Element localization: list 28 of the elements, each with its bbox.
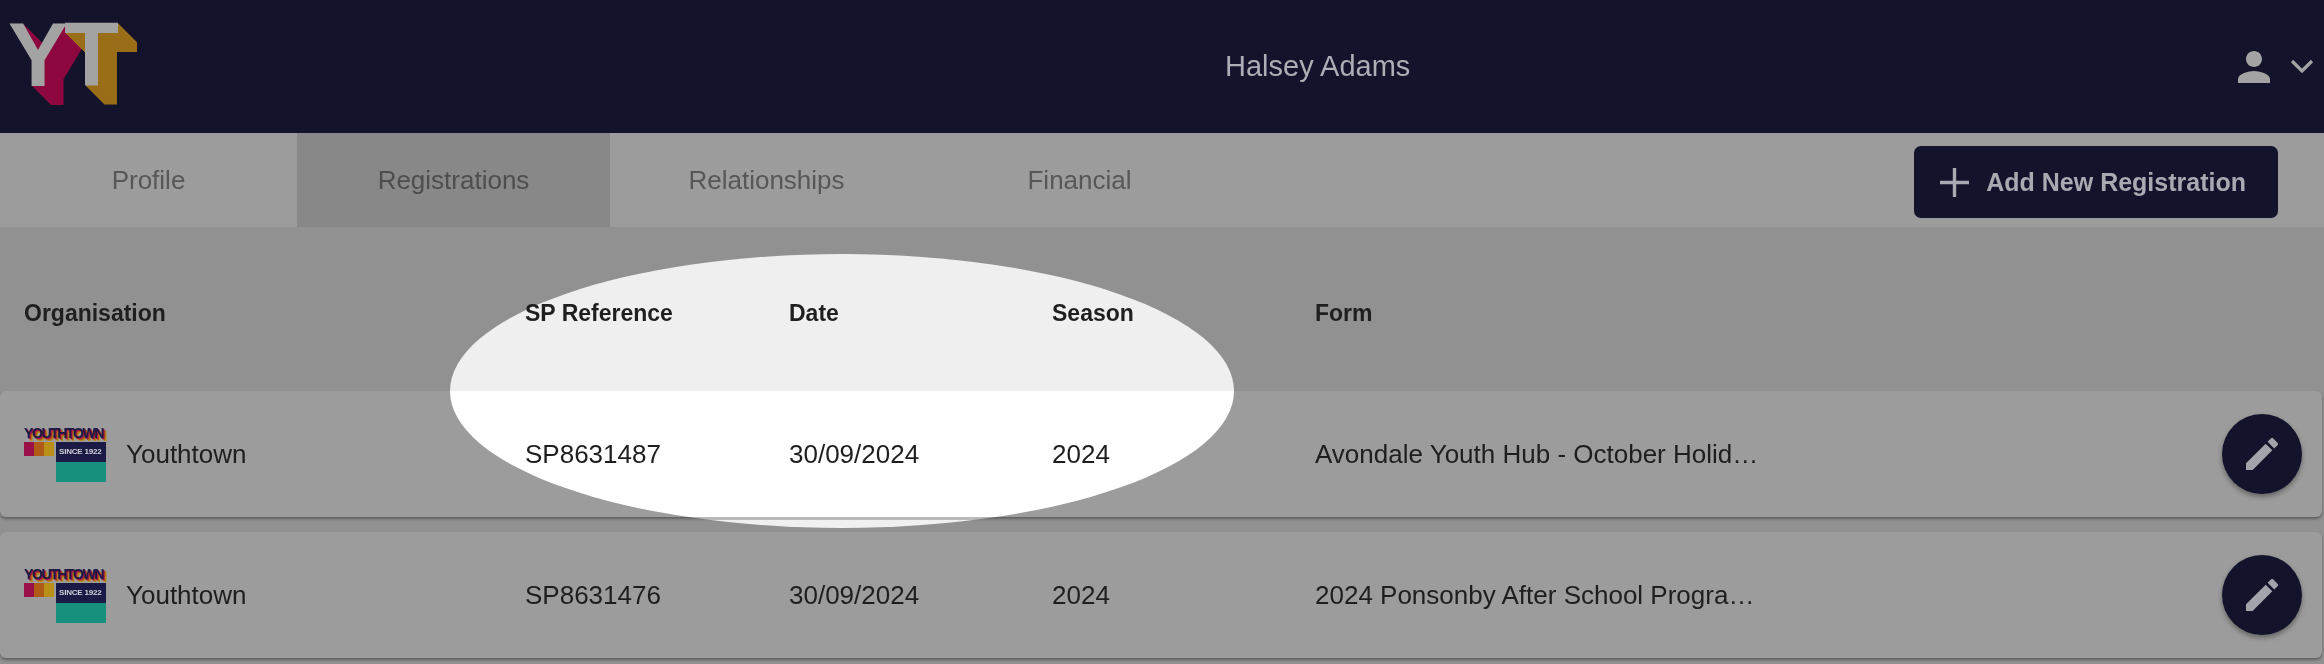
organisation-name: Youthtown <box>126 579 247 611</box>
account-menu-button[interactable] <box>2238 50 2314 83</box>
organisation-logo: YOUTHTOWN SINCE 1922 <box>24 566 106 624</box>
form-name: 2024 Ponsonby After School Progra… <box>1315 579 1755 611</box>
organisation-name: Youthtown <box>126 438 247 470</box>
sp-reference: SP8631487 <box>525 438 661 470</box>
user-icon <box>2238 50 2270 83</box>
user-name: Halsey Adams <box>1225 50 1411 83</box>
edit-button[interactable] <box>2222 414 2302 494</box>
form-name: Avondale Youth Hub - October Holid… <box>1315 438 1759 470</box>
add-registration-button[interactable]: Add New Registration <box>1914 146 2278 218</box>
edit-button[interactable] <box>2222 555 2302 635</box>
plus-icon <box>1940 167 1970 197</box>
pencil-icon <box>2246 438 2278 470</box>
organisation-logo: YOUTHTOWN SINCE 1922 <box>24 425 106 483</box>
season-year: 2024 <box>1052 579 1110 611</box>
column-header: Season <box>1052 299 1134 327</box>
registration-date: 30/09/2024 <box>789 438 920 470</box>
chevron-down-icon <box>2290 59 2314 74</box>
column-header: Form <box>1315 299 1373 327</box>
sp-reference: SP8631476 <box>525 579 661 611</box>
season-year: 2024 <box>1052 438 1110 470</box>
tab[interactable]: Registrations <box>297 133 610 227</box>
column-header: Organisation <box>24 299 166 327</box>
registration-date: 30/09/2024 <box>789 579 920 611</box>
column-header: SP Reference <box>525 299 673 327</box>
pencil-icon <box>2246 579 2278 611</box>
column-header: Date <box>789 299 839 327</box>
